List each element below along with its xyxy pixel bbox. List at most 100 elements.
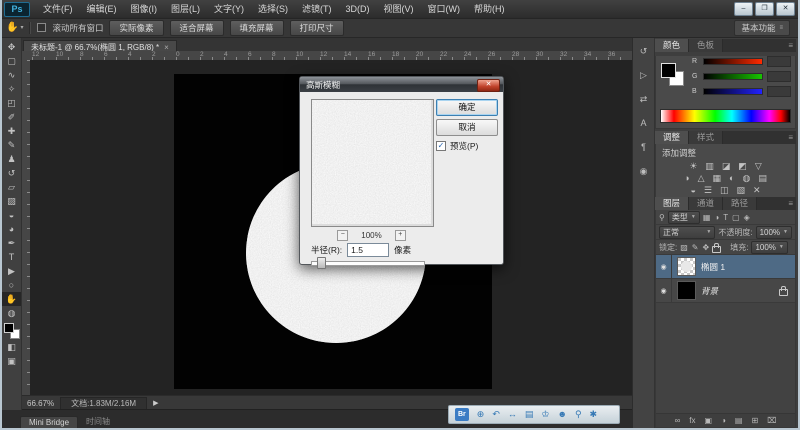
option-button[interactable]: 实际像素 bbox=[109, 20, 163, 36]
adjustment-icon[interactable]: ◪ bbox=[722, 161, 731, 172]
status-arrow-icon[interactable]: ▶ bbox=[153, 399, 158, 407]
option-button[interactable]: 填充屏幕 bbox=[230, 20, 284, 36]
scroll-all-windows-checkbox[interactable] bbox=[37, 23, 46, 32]
blue-slider[interactable] bbox=[703, 88, 763, 95]
mini-bridge-panel-icon[interactable]: ◉ bbox=[636, 165, 652, 178]
dodge-tool[interactable]: ◕ bbox=[2, 222, 21, 236]
bridge-icon[interactable]: Br bbox=[455, 408, 469, 421]
delete-layer-icon[interactable]: ⌧ bbox=[767, 415, 776, 427]
preview-checkbox[interactable]: ✓ bbox=[436, 141, 446, 151]
favorites-icon[interactable]: ♔ bbox=[541, 407, 549, 422]
gradient-tool[interactable]: ▨ bbox=[2, 194, 21, 208]
tab-channels[interactable]: 通道 bbox=[689, 197, 723, 210]
filter-icon[interactable]: ▦ bbox=[703, 213, 711, 222]
brush-tool[interactable]: ✎ bbox=[2, 138, 21, 152]
green-value-field[interactable] bbox=[767, 71, 791, 82]
option-button[interactable]: 打印尺寸 bbox=[290, 20, 344, 36]
foreground-color-swatch[interactable] bbox=[661, 63, 676, 78]
tab-timeline[interactable]: 时间轴 bbox=[78, 415, 118, 428]
layer-thumbnail[interactable] bbox=[677, 257, 696, 276]
path-selection-tool[interactable]: ▶ bbox=[2, 264, 21, 278]
fill-select[interactable]: 100% ▼ bbox=[751, 241, 787, 254]
panels-icon[interactable]: ▤ bbox=[525, 407, 534, 422]
radius-input[interactable]: 1.5 bbox=[347, 243, 389, 257]
dialog-close-button[interactable]: ✕ bbox=[477, 79, 500, 92]
color-panel-swatches[interactable] bbox=[661, 63, 687, 89]
menu-item[interactable]: 图层(L) bbox=[164, 1, 207, 18]
cancel-button[interactable]: 取消 bbox=[436, 119, 498, 136]
minimize-button[interactable]: – bbox=[734, 2, 753, 16]
ok-button[interactable]: 确定 bbox=[436, 99, 498, 116]
character-panel-icon[interactable]: A bbox=[636, 117, 652, 130]
adjustment-icon[interactable]: ▧ bbox=[736, 185, 745, 196]
layer-style-icon[interactable]: fx bbox=[689, 415, 695, 427]
foreground-color-swatch[interactable] bbox=[4, 323, 14, 333]
adjustment-layer-icon[interactable]: ◑ bbox=[721, 415, 726, 427]
quick-mask-button[interactable]: ◧ bbox=[2, 340, 21, 354]
radius-slider[interactable] bbox=[311, 261, 425, 266]
radius-slider-thumb[interactable] bbox=[317, 257, 326, 269]
paragraph-panel-icon[interactable]: ¶ bbox=[636, 141, 652, 154]
crop-tool[interactable]: ◰ bbox=[2, 96, 21, 110]
filter-icon[interactable]: ▢ bbox=[732, 213, 740, 222]
history-panel-icon[interactable]: ↺ bbox=[636, 45, 652, 58]
healing-brush-tool[interactable]: ✚ bbox=[2, 124, 21, 138]
menu-item[interactable]: 视图(V) bbox=[377, 1, 421, 18]
green-slider[interactable] bbox=[703, 73, 763, 80]
adjustment-icon[interactable]: ✕ bbox=[753, 185, 761, 196]
foreground-background-swatches[interactable] bbox=[2, 322, 21, 340]
clone-stamp-tool[interactable]: ♟ bbox=[2, 152, 21, 166]
layer-visibility-toggle[interactable]: ◉ bbox=[656, 279, 672, 302]
layer-name[interactable]: 椭圆 1 bbox=[701, 261, 725, 273]
opacity-select[interactable]: 100% ▼ bbox=[756, 226, 792, 239]
tab-styles[interactable]: 样式 bbox=[689, 131, 723, 144]
ellipse-tool[interactable]: ○ bbox=[2, 278, 21, 292]
pen-tool[interactable]: ✒ bbox=[2, 236, 21, 250]
lock-option-icon[interactable]: ▨ bbox=[680, 243, 688, 252]
blur-preview-image[interactable] bbox=[311, 99, 434, 227]
dialog-title-bar[interactable]: 高斯模糊 ✕ bbox=[300, 77, 503, 92]
adjustment-icon[interactable]: ☀ bbox=[689, 161, 697, 172]
close-button[interactable]: ✕ bbox=[776, 2, 795, 16]
layer-row-background[interactable]: ◉ 背景 bbox=[656, 279, 795, 303]
menu-item[interactable]: 滤镜(T) bbox=[295, 1, 339, 18]
current-tool-indicator[interactable]: ✋ ▾ bbox=[6, 22, 23, 33]
settings-icon[interactable]: ✱ bbox=[590, 407, 598, 422]
tab-swatches[interactable]: 色板 bbox=[689, 39, 723, 52]
blur-tool[interactable]: ◒ bbox=[2, 208, 21, 222]
menu-item[interactable]: 编辑(E) bbox=[80, 1, 124, 18]
adjustment-icon[interactable]: ◍ bbox=[742, 173, 750, 184]
layer-mask-icon[interactable]: ▣ bbox=[705, 415, 713, 427]
arrows-icon[interactable]: ↔ bbox=[508, 407, 517, 422]
adjustment-icon[interactable]: ◫ bbox=[720, 185, 729, 196]
adjustment-icon[interactable]: ◒ bbox=[690, 185, 695, 196]
adjustment-icon[interactable]: ▦ bbox=[713, 173, 722, 184]
lock-all-icon[interactable] bbox=[712, 246, 721, 253]
filter-icon[interactable]: T bbox=[723, 213, 728, 222]
zoom-level[interactable]: 66.67% bbox=[27, 399, 54, 408]
layer-group-icon[interactable]: ▤ bbox=[735, 415, 743, 427]
user-icon[interactable]: ☻ bbox=[557, 407, 566, 422]
adjustment-icon[interactable]: ☰ bbox=[704, 185, 712, 196]
link-layers-icon[interactable]: ∞ bbox=[675, 415, 681, 427]
panel-menu-icon[interactable]: ≡ bbox=[788, 41, 793, 50]
adjustment-icon[interactable]: ▥ bbox=[705, 161, 714, 172]
adjustment-icon[interactable]: ◩ bbox=[738, 161, 747, 172]
history-brush-tool[interactable]: ↺ bbox=[2, 166, 21, 180]
tab-adjustments[interactable]: 调整 bbox=[655, 131, 689, 144]
layer-thumbnail[interactable] bbox=[677, 281, 696, 300]
color-spectrum-ramp[interactable] bbox=[660, 109, 791, 123]
adjustment-icon[interactable]: △ bbox=[698, 173, 705, 184]
panel-menu-icon[interactable]: ≡ bbox=[788, 199, 793, 208]
filter-icon[interactable]: ◑ bbox=[714, 213, 719, 222]
search-icon[interactable]: ⚲ bbox=[575, 407, 582, 422]
type-tool[interactable]: T bbox=[2, 250, 21, 264]
tab-color[interactable]: 颜色 bbox=[655, 39, 689, 52]
adjustment-icon[interactable]: ◑ bbox=[684, 173, 689, 184]
screen-mode-button[interactable]: ▣ bbox=[2, 354, 21, 368]
hand-tool[interactable]: ✋ bbox=[2, 292, 21, 306]
tab-paths[interactable]: 路径 bbox=[723, 197, 757, 210]
adjustment-icon[interactable]: ▤ bbox=[758, 173, 767, 184]
workspace-switcher[interactable]: 基本功能 ≡ bbox=[734, 20, 790, 36]
lasso-tool[interactable]: ∿ bbox=[2, 68, 21, 82]
